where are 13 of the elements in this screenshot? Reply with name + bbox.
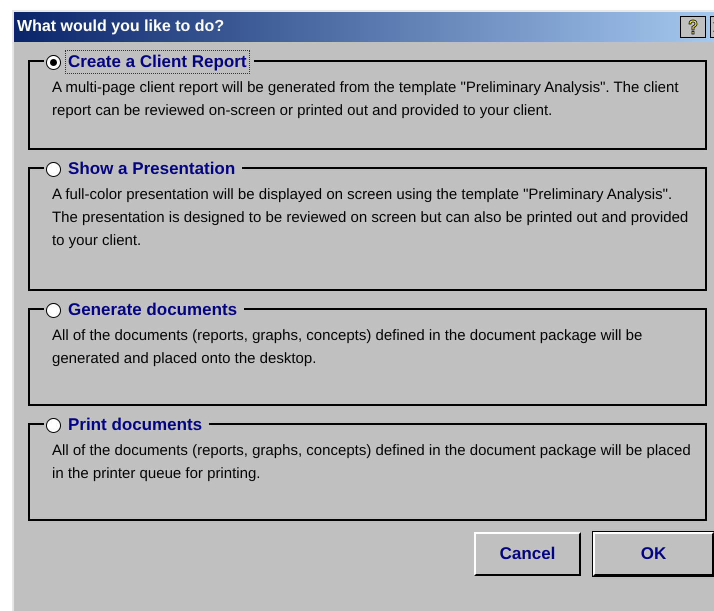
radio-button[interactable] [46,162,61,176]
radio-button[interactable] [46,418,61,432]
radio-button[interactable] [46,302,61,318]
option-description: A full-color presentation will be displayed on screen using the template "Preliminary Analysis". The presentation is designed to be reviewed on screen but can also be printed out and provided to your client. [52,185,690,251]
ok-button[interactable]: OK [593,532,714,576]
window-title: What would you like to do? [17,18,226,36]
help-icon[interactable] [680,16,706,38]
option-description: All of the documents (reports, graphs, concepts) defined in the document package will be placed in the printer queue for printing. [52,441,692,484]
radio-button[interactable] [46,54,61,70]
option-description: A multi-page client report will be generated from the template "Preliminary Analysis". The client report can be reviewed on-screen or printed out and provided to your client. [52,78,680,121]
option-label[interactable]: Print documents [65,413,206,437]
cancel-button[interactable]: Cancel [474,532,581,576]
option-description: All of the documents (reports, graphs, concepts) defined in the document package will be generated and placed onto the desktop. [52,326,644,369]
